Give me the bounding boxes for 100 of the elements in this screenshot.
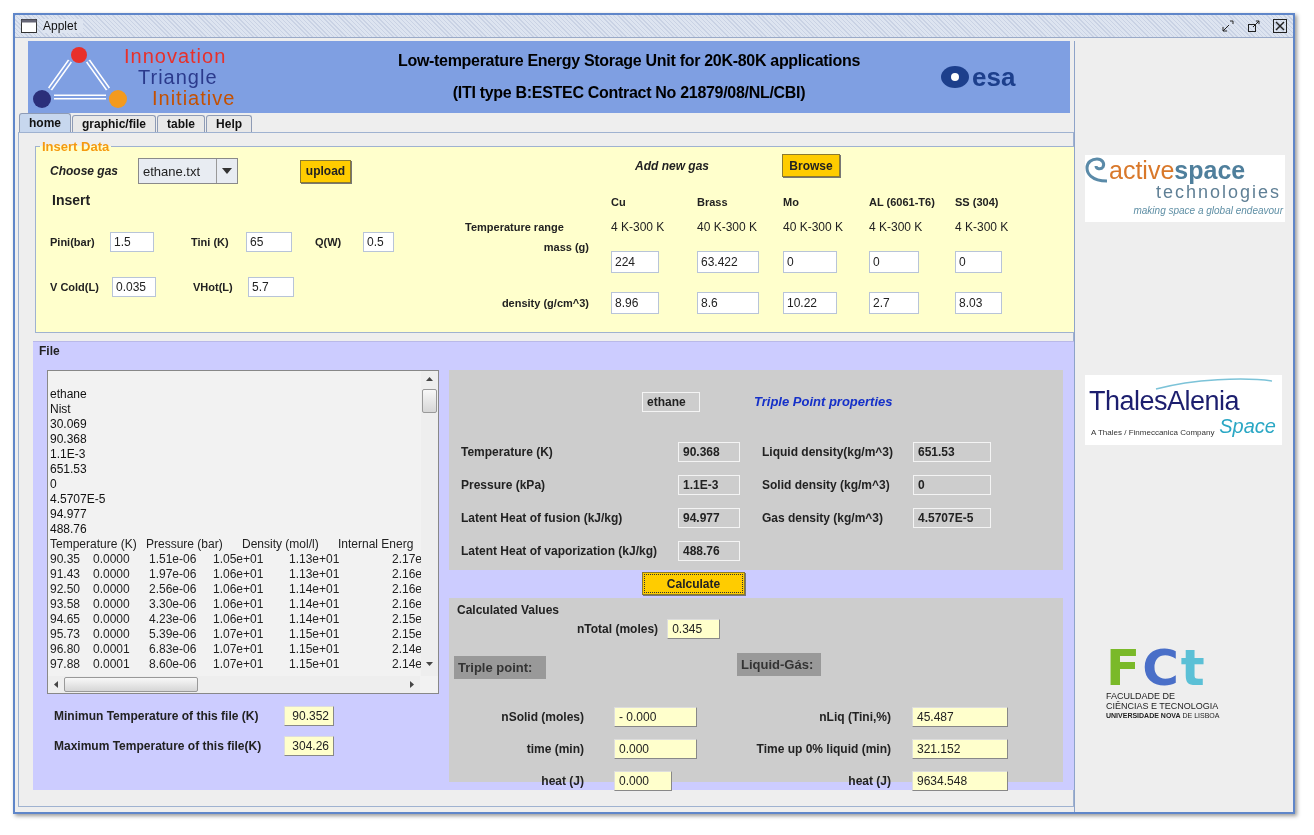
tab[interactable]: graphic/file xyxy=(72,115,157,132)
table-cell-text: 1.15e+01 xyxy=(289,626,341,642)
result-value: 45.487 xyxy=(912,706,1008,727)
table-cell-text: 2.56e-06 xyxy=(149,581,198,597)
column-header: Density (mol/l) xyxy=(242,536,320,552)
table-cell-text: 92.50 xyxy=(50,581,82,597)
row-label: mass (g) xyxy=(542,241,590,253)
scroll-up-icon xyxy=(426,376,433,381)
logo-text: Innovation xyxy=(124,45,228,67)
table-cell-text: 4.23e-06 xyxy=(149,611,198,627)
table-cell-text: 0.0000 xyxy=(93,551,131,567)
logo-tagline: A Thales / Finmeccanica Company xyxy=(1091,428,1215,437)
close-icon[interactable] xyxy=(1273,19,1287,33)
table-cell-text: 0.0000 xyxy=(93,611,131,627)
logo-text: FACULDADE DE xyxy=(1106,691,1177,701)
result-value: 321.152 xyxy=(912,738,1008,759)
logo-text: space xyxy=(1174,157,1246,183)
minimize-icon[interactable] xyxy=(1221,19,1235,33)
logo-text: CIÊNCIAS E TECNOLOGIA xyxy=(1106,701,1220,711)
table-cell-text: 1.14e+01 xyxy=(289,596,341,612)
scrollbar-thumb[interactable] xyxy=(422,388,437,413)
temperature-range: 4 K-300 K xyxy=(869,220,924,234)
row-label: Temperature range xyxy=(465,221,565,233)
temperature-range: 40 K-300 K xyxy=(783,220,845,234)
input-field[interactable]: 8.6 xyxy=(697,292,759,314)
material-name: Mo xyxy=(783,196,800,208)
vertical-scrollbar[interactable] xyxy=(421,370,438,676)
text-line: 30.069 xyxy=(50,416,88,432)
table-cell-text: 6.83e-06 xyxy=(149,641,198,657)
logo-letter: t xyxy=(1180,645,1205,691)
table-cell-text: 1.97e-06 xyxy=(149,566,198,582)
property-value: 4.5707E-5 xyxy=(913,508,991,529)
input-field[interactable]: 63.422 xyxy=(697,251,759,273)
table-cell-text: 1.06e+01 xyxy=(213,581,265,597)
input-field[interactable]: 65 xyxy=(246,232,292,252)
input-field[interactable]: 5.7 xyxy=(248,277,294,297)
text-line: 4.5707E-5 xyxy=(50,491,107,507)
table-cell-text: 0.0001 xyxy=(93,656,131,672)
tab[interactable]: Help xyxy=(206,115,253,132)
column-header: Temperature (K) xyxy=(50,536,138,552)
table-cell-text: 93.58 xyxy=(50,596,82,612)
calculate-button[interactable]: Calculate xyxy=(642,572,745,596)
temperature-range: 40 K-300 K xyxy=(697,220,759,234)
result-value: - 0.000 xyxy=(614,706,697,727)
scrollbar-thumb[interactable] xyxy=(64,676,198,692)
input-field[interactable]: 0.035 xyxy=(112,277,156,297)
property-value: 94.977 xyxy=(678,508,740,529)
panel-legend: Insert Data xyxy=(40,139,112,154)
input-field[interactable]: 10.22 xyxy=(783,292,837,314)
input-field[interactable]: 1.5 xyxy=(110,232,154,252)
maximize-icon[interactable] xyxy=(1247,19,1261,33)
table-cell-text: 1.07e+01 xyxy=(213,641,265,657)
result-label: heat (J) xyxy=(540,773,584,788)
table-cell-text: 95.73 xyxy=(50,626,82,642)
text-line: 94.977 xyxy=(50,506,88,522)
table-cell-text: 1.15e+01 xyxy=(289,656,341,672)
field-label: VHot(L) xyxy=(193,281,234,293)
input-field[interactable]: 0 xyxy=(869,251,919,273)
result-value: 0.345 xyxy=(667,618,721,639)
input-field[interactable]: 224 xyxy=(611,251,659,273)
column-header: Internal Energ xyxy=(338,536,415,552)
property-label: Liquid density(kg/m^3) xyxy=(762,445,894,460)
result-label: time (min) xyxy=(525,741,584,756)
text-line: 488.76 xyxy=(50,521,88,537)
swoosh-icon xyxy=(1154,377,1274,391)
horizontal-scrollbar[interactable] xyxy=(48,675,420,693)
logo-letter: F xyxy=(1106,645,1141,691)
insert-heading: Insert xyxy=(52,192,91,208)
tab[interactable]: home xyxy=(19,113,71,132)
field-label: Tini (K) xyxy=(191,236,230,248)
input-field[interactable]: 0 xyxy=(783,251,837,273)
window-icon xyxy=(21,19,37,33)
tab[interactable]: table xyxy=(157,115,206,132)
table-cell-text: 91.43 xyxy=(50,566,82,582)
input-field[interactable]: 0.5 xyxy=(363,232,394,252)
table-cell-text: 97.88 xyxy=(50,656,82,672)
browse-button[interactable]: Browse xyxy=(782,154,840,177)
property-label: Latent Heat of fusion (kJ/kg) xyxy=(461,511,624,526)
table-cell-text: 0.0000 xyxy=(93,581,131,597)
text-line: ethane xyxy=(50,386,88,402)
table-cell-text: 1.06e+01 xyxy=(213,611,265,627)
file-text-area[interactable] xyxy=(47,369,439,694)
input-field[interactable]: 0 xyxy=(955,251,1002,273)
gas-name-field: ethane xyxy=(642,391,700,412)
text-line: 651.53 xyxy=(50,461,88,477)
field-label: Pini(bar) xyxy=(50,236,96,248)
panel-title: File xyxy=(39,343,61,358)
limit-value: 304.26 xyxy=(284,735,334,756)
gas-dropdown[interactable]: ethane.txt xyxy=(138,158,238,184)
table-cell-text: 0.0000 xyxy=(93,626,131,642)
result-label: nLiq (Tini,%) xyxy=(818,709,891,724)
input-field[interactable]: 8.03 xyxy=(955,292,1002,314)
table-cell-text: 96.80 xyxy=(50,641,82,657)
input-field[interactable]: 8.96 xyxy=(611,292,659,314)
property-label: Gas density (kg/m^3) xyxy=(762,511,885,526)
table-cell-text: 1.13e+01 xyxy=(289,566,341,582)
field-label: V Cold(L) xyxy=(50,281,100,293)
upload-button[interactable]: upload xyxy=(300,159,351,183)
banner-title: (ITI type B:ESTEC Contract No 21879/08/NL/CBI) xyxy=(452,84,806,102)
input-field[interactable]: 2.7 xyxy=(869,292,919,314)
